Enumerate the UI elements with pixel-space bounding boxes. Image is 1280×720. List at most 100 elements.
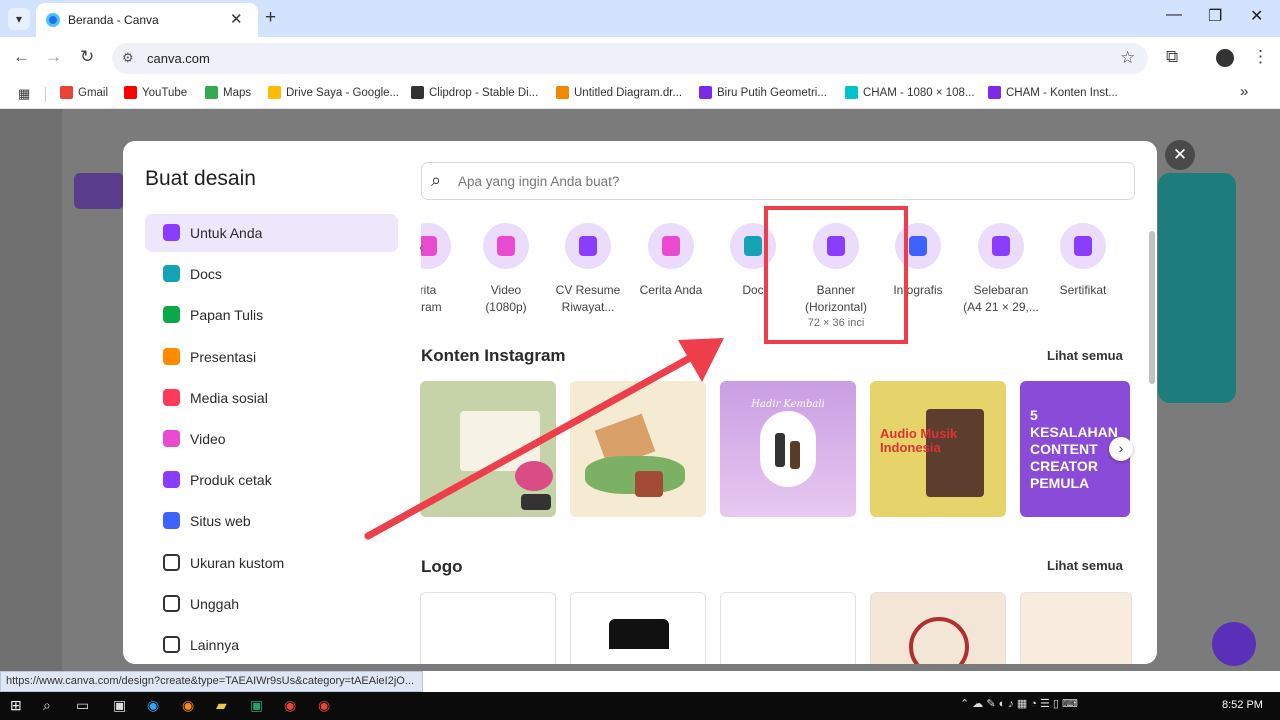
bookmark-favicon-icon xyxy=(699,86,712,99)
back-icon[interactable]: ← xyxy=(13,47,30,67)
design-search-input[interactable]: ⌕ Apa yang ingin Anda buat? xyxy=(421,162,1135,200)
taskbar-search-icon[interactable]: ⌕ xyxy=(43,697,51,714)
upload-cloud-icon xyxy=(163,594,180,612)
bookmark-label: Untitled Diagram.dr... xyxy=(574,86,683,99)
carousel-next-icon[interactable]: › xyxy=(1109,437,1133,461)
browser-toolbar: ← → ↻ ⚙ canva.com ☆ ⧉ ⋮ xyxy=(0,37,1280,79)
task-view-icon[interactable]: ▭ xyxy=(76,697,89,714)
bookmark-label: CHAM - 1080 × 108... xyxy=(863,86,975,99)
status-link-preview: https://www.canva.com/design?create&type… xyxy=(0,671,423,692)
video-icon xyxy=(163,430,180,447)
design-type-item[interactable]: Video (1080p) xyxy=(461,223,551,316)
window-close-icon[interactable]: ✕ xyxy=(1250,6,1263,26)
windows-taskbar: ⊞ ⌕ ▭ ▣ ◉ ◉ ▰ ▣ ◉ ◉ ⌃ ☁ ✎ ◐ ♪ ▦ ◔ ☰ ▯ ⌨ … xyxy=(0,692,1280,720)
search-placeholder[interactable]: Apa yang ingin Anda buat? xyxy=(458,174,619,189)
design-type-icon xyxy=(565,223,611,269)
bookmark-item[interactable]: YouTube xyxy=(124,86,187,99)
modal-close-button[interactable]: ✕ xyxy=(1165,140,1195,170)
logo-template-4[interactable] xyxy=(870,592,1006,664)
bookmark-item[interactable]: CHAM - Konten Inst... xyxy=(988,86,1118,99)
bookmark-favicon-icon xyxy=(268,86,281,99)
browser-tab[interactable]: Beranda - Canva ✕ xyxy=(36,3,258,37)
search-icon: ⌕ xyxy=(431,170,442,190)
design-type-icon xyxy=(978,223,1024,269)
address-bar[interactable]: ⚙ canva.com ☆ xyxy=(112,43,1148,74)
design-type-label: Sertifikat xyxy=(1059,283,1107,297)
extensions-icon[interactable]: ⧉ xyxy=(1166,47,1178,67)
tab-title: Beranda - Canva xyxy=(68,13,159,27)
instagram-template-3[interactable]: Hadir Kembali xyxy=(720,381,856,517)
profile-avatar[interactable] xyxy=(1216,49,1234,67)
logo-template-2[interactable] xyxy=(570,592,706,664)
bookmark-item[interactable]: Gmail xyxy=(60,86,108,99)
bookmark-item[interactable]: Clipdrop - Stable Di... xyxy=(411,86,538,99)
instagram-template-4[interactable]: Audio Musik Indonesia xyxy=(870,381,1006,517)
sidebar-item[interactable]: Papan Tulis xyxy=(145,296,398,334)
sidebar-item-label: Unggah xyxy=(190,595,240,612)
design-type-label: Cerita Anda xyxy=(639,283,703,297)
bookmark-item[interactable]: Maps xyxy=(205,86,251,99)
bookmark-item[interactable]: Biru Putih Geometri... xyxy=(699,86,827,99)
file-explorer-icon[interactable]: ▰ xyxy=(216,697,227,714)
sidebar-item[interactable]: Docs xyxy=(145,255,398,293)
minimize-icon[interactable]: — xyxy=(1166,6,1182,24)
chrome-icon[interactable]: ◉ xyxy=(284,697,296,714)
bookmark-label: Gmail xyxy=(78,86,109,99)
highlight-box xyxy=(764,206,908,344)
logo-template-5[interactable] xyxy=(1020,592,1132,664)
bookmark-item[interactable]: Untitled Diagram.dr... xyxy=(556,86,682,99)
tray-icons[interactable]: ⌃ ☁ ✎ ◐ ♪ ▦ ◔ ☰ ▯ ⌨ xyxy=(960,697,1078,710)
bookmark-label: CHAM - Konten Inst... xyxy=(1006,86,1118,99)
print-icon xyxy=(163,471,180,489)
bookmark-item[interactable]: Drive Saya - Google... xyxy=(268,86,399,99)
chrome-active-icon[interactable]: ◉ xyxy=(318,697,330,714)
apps-grid-icon[interactable]: ▦ xyxy=(18,86,30,102)
reload-icon[interactable]: ↻ xyxy=(80,47,94,67)
presentation-icon xyxy=(163,347,180,365)
logo-template-3[interactable] xyxy=(720,592,856,664)
windows-start-icon[interactable]: ⊞ xyxy=(10,697,22,714)
sidebar-item[interactable]: Unggah xyxy=(145,585,398,623)
modal-title: Buat desain xyxy=(145,167,256,190)
excel-icon[interactable]: ▣ xyxy=(250,697,263,714)
sidebar-item[interactable]: Ukuran kustom xyxy=(145,544,398,582)
bg-create-button xyxy=(74,173,124,209)
site-info-icon[interactable]: ⚙ xyxy=(122,50,134,66)
more-bookmarks-icon[interactable]: » xyxy=(1240,83,1248,100)
edge-icon[interactable]: ◉ xyxy=(147,697,159,714)
design-type-item[interactable]: Cerita Anda xyxy=(626,223,716,299)
annotation-arrow xyxy=(364,338,724,540)
tab-close-icon[interactable]: ✕ xyxy=(230,10,243,28)
see-all-logo-link[interactable]: Lihat semua xyxy=(1047,558,1123,573)
tab-search-chevron-icon[interactable]: ▾ xyxy=(8,8,30,30)
design-type-item[interactable]: Sertifikat xyxy=(1038,223,1128,299)
browser-menu-icon[interactable]: ⋮ xyxy=(1252,47,1269,67)
tab-strip: ▾ Beranda - Canva ✕ + — ❐ ✕ xyxy=(0,0,1280,37)
bookmark-star-icon[interactable]: ☆ xyxy=(1120,48,1135,68)
modal-scrollbar[interactable] xyxy=(1149,231,1155,384)
sidebar-item[interactable]: Untuk Anda xyxy=(145,214,398,252)
sidebar-item[interactable]: Lainnya xyxy=(145,626,398,664)
taskbar-clock[interactable]: 8:52 PM xyxy=(1222,699,1263,711)
sidebar-item-label: Video xyxy=(190,431,226,447)
sidebar-item-label: Untuk Anda xyxy=(190,225,263,241)
bookmark-item[interactable]: CHAM - 1080 × 108... xyxy=(845,86,975,99)
design-type-label: Selebaran xyxy=(973,283,1029,297)
sidebar-item-label: Lainnya xyxy=(190,637,240,653)
heart-icon xyxy=(163,388,180,406)
forward-icon[interactable]: → xyxy=(45,47,62,67)
see-all-instagram-link[interactable]: Lihat semua xyxy=(1047,348,1123,363)
logo-template-1[interactable] xyxy=(420,592,556,664)
firefox-icon[interactable]: ◉ xyxy=(182,697,194,714)
store-icon[interactable]: ▣ xyxy=(113,697,126,714)
design-type-icon xyxy=(421,223,451,269)
custom-size-icon xyxy=(163,553,180,571)
design-type-item[interactable]: Selebaran (A4 21 × 29,... xyxy=(956,223,1046,316)
design-type-sublabel: (1080p) xyxy=(485,300,527,314)
restore-icon[interactable]: ❐ xyxy=(1208,6,1222,26)
carousel-prev-icon[interactable]: ‹ xyxy=(419,239,424,256)
design-type-item[interactable]: CV Resume Riwayat... xyxy=(543,223,633,316)
bookmark-label: YouTube xyxy=(142,86,188,99)
url-text[interactable]: canva.com xyxy=(147,51,210,66)
new-tab-button[interactable]: + xyxy=(265,7,276,29)
